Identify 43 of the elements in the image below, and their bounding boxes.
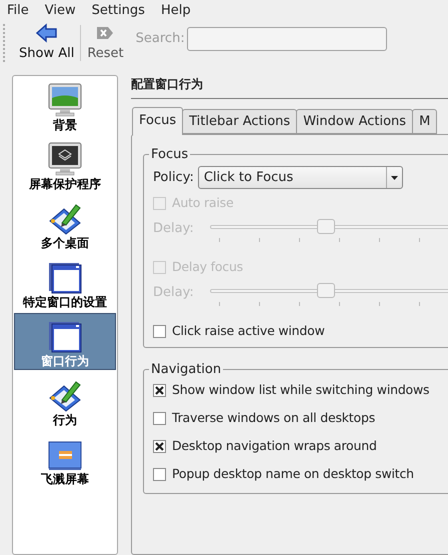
search-field[interactable]: [186, 27, 387, 52]
sidebar-item[interactable]: 飞溅屏幕: [15, 432, 115, 487]
tab[interactable]: M: [412, 109, 438, 134]
window-icon: [48, 262, 82, 294]
checkbox-label: Show window list while switching windows: [172, 380, 430, 399]
policy-label: Policy:: [153, 168, 194, 187]
monitor-icon: [48, 142, 82, 176]
checkbox[interactable]: [153, 440, 166, 452]
menu-item[interactable]: Help: [160, 0, 191, 20]
checkbox[interactable]: [153, 325, 166, 338]
checkbox[interactable]: [153, 412, 166, 424]
group-title: Focus: [150, 146, 190, 164]
page-title: 配置窗口行为: [131, 75, 448, 99]
search-label: Search:: [136, 30, 185, 48]
clear-icon: [96, 26, 114, 40]
checkbox-label: Popup desktop name on desktop switch: [172, 464, 414, 483]
check-cross-icon: [155, 442, 164, 450]
sidebar-item[interactable]: 屏幕保护程序: [15, 137, 115, 192]
tab[interactable]: Titlebar Actions: [182, 109, 298, 134]
back-arrow-icon: [36, 23, 58, 44]
sidebar-item[interactable]: 特定窗口的设置: [15, 255, 115, 310]
toolbar-button[interactable]: Show All: [15, 22, 78, 64]
menu-item[interactable]: View: [44, 0, 76, 20]
sidebar-item[interactable]: 行为: [15, 373, 115, 428]
dropdown-arrow-icon: [390, 176, 398, 180]
checkbox[interactable]: [153, 384, 166, 396]
tab[interactable]: Window Actions: [296, 109, 414, 134]
sidebar-item[interactable]: 窗口行为: [15, 314, 115, 369]
window-icon: [48, 321, 82, 353]
menu-item[interactable]: Settings: [92, 0, 145, 20]
tab[interactable]: Focus: [132, 107, 184, 135]
monitor-landscape-icon: [48, 83, 82, 117]
group-title: Navigation: [150, 360, 222, 378]
sidebar-item[interactable]: 多个桌面: [15, 196, 115, 251]
checkbox-label: Desktop navigation wraps around: [172, 436, 377, 455]
checkbox-label: Click raise active window: [172, 322, 325, 340]
check-cross-icon: [155, 386, 164, 394]
menu-item[interactable]: File: [7, 0, 29, 20]
checkbox-label: Traverse windows on all desktops: [172, 408, 376, 427]
policy-dropdown[interactable]: Click to Focus: [198, 166, 403, 189]
checkbox[interactable]: [153, 468, 166, 480]
splash-screen-icon: [48, 441, 82, 471]
sidebar-item[interactable]: 背景: [15, 78, 115, 133]
